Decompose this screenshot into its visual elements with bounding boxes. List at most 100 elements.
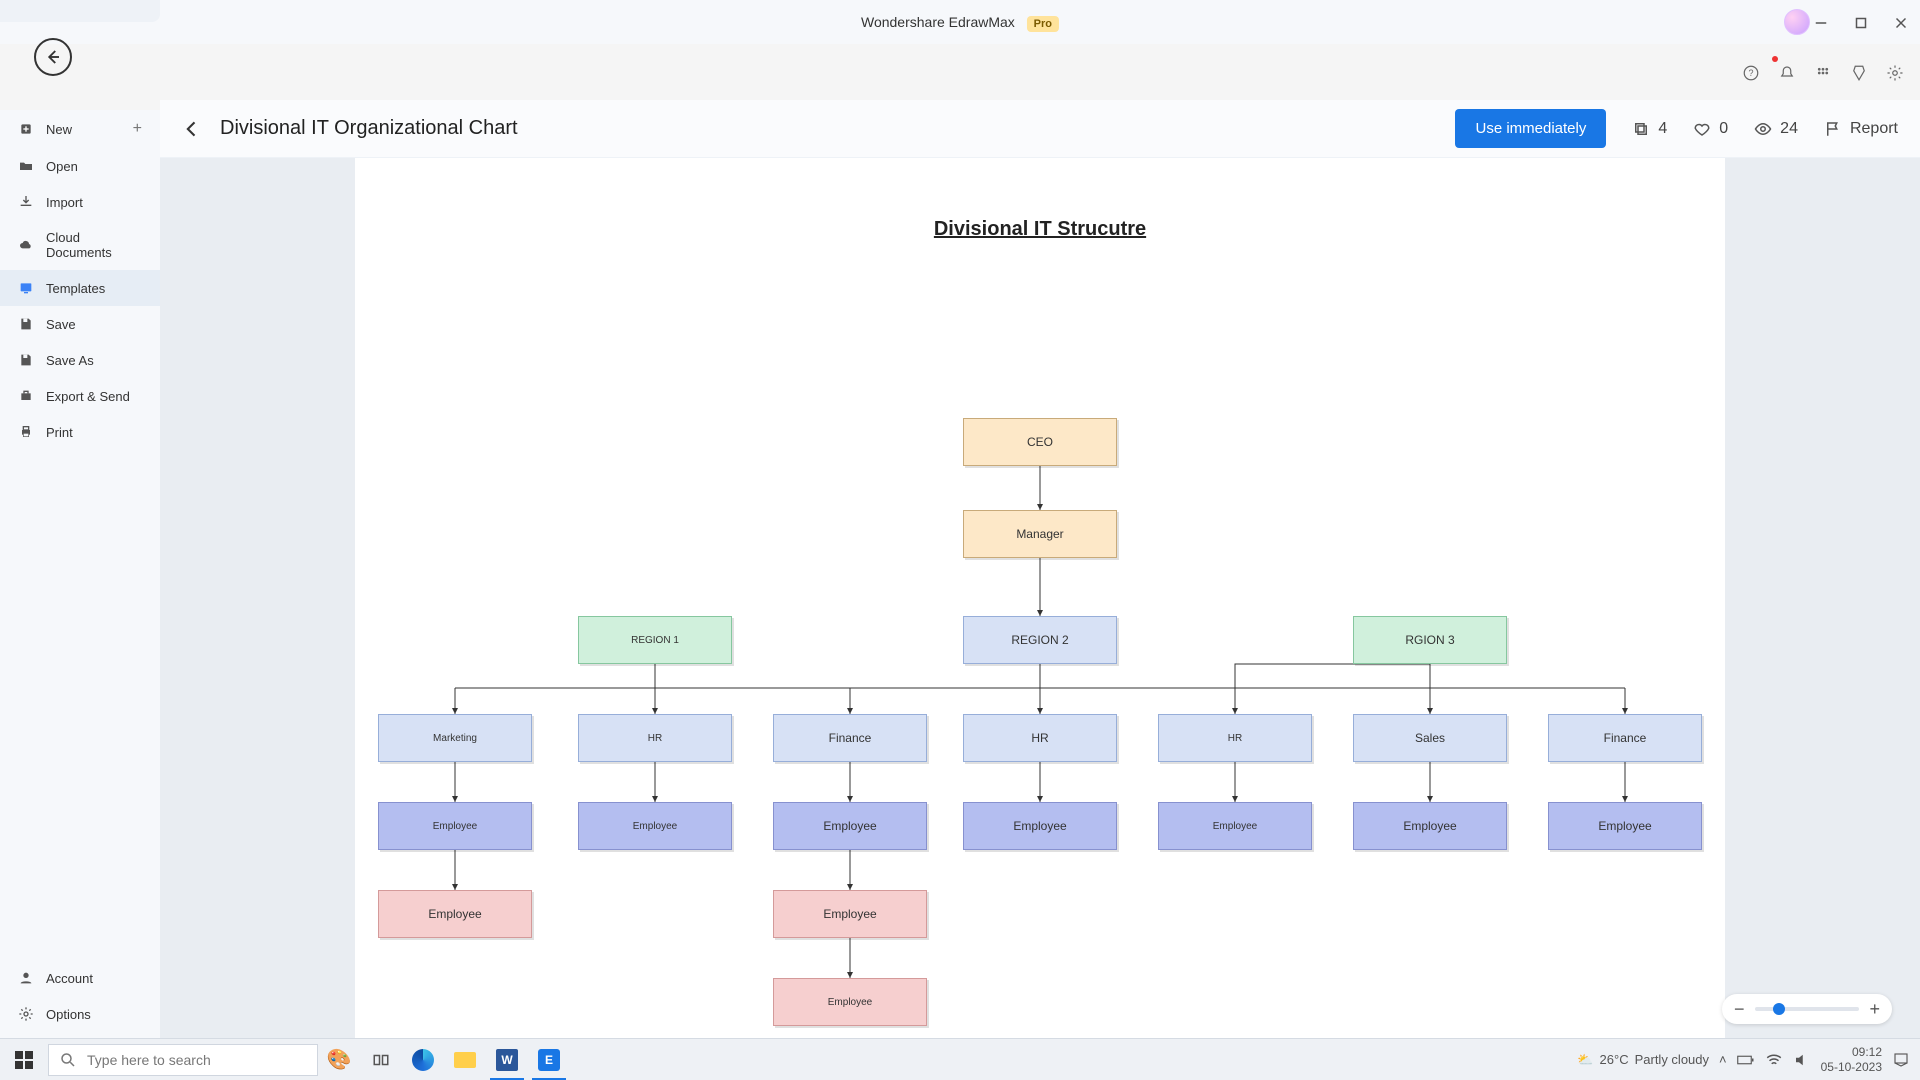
canvas-area[interactable]: Divisional IT Strucutre — [160, 158, 1920, 1042]
tray-battery-icon[interactable] — [1737, 1054, 1755, 1066]
taskbar-edge-icon[interactable] — [402, 1039, 444, 1080]
node-emp-pink[interactable]: Employee — [378, 890, 532, 938]
node-region3[interactable]: RGION 3 — [1353, 616, 1507, 664]
print-icon — [18, 424, 34, 440]
report-label: Report — [1850, 120, 1898, 138]
tray-notifications-icon[interactable] — [1892, 1051, 1910, 1069]
node-emp[interactable]: Employee — [963, 802, 1117, 850]
weather-icon: ⛅ — [1577, 1052, 1593, 1068]
sidebar-label: Open — [46, 159, 78, 174]
user-avatar[interactable] — [1784, 9, 1810, 35]
settings-icon[interactable] — [1886, 64, 1904, 82]
sidebar-item-print[interactable]: Print — [0, 414, 160, 450]
node-manager[interactable]: Manager — [963, 510, 1117, 558]
node-finance-2[interactable]: Finance — [1548, 714, 1702, 762]
sidebar-label: Save — [46, 317, 76, 332]
cloud-icon — [18, 237, 34, 253]
heart-icon — [1693, 120, 1711, 138]
views-stat[interactable]: 24 — [1754, 120, 1798, 138]
sidebar-item-import[interactable]: Import — [0, 184, 160, 220]
apps-icon[interactable] — [1814, 64, 1832, 82]
top-icon-strip: ? — [1742, 64, 1904, 82]
node-emp[interactable]: Employee — [1158, 802, 1312, 850]
node-emp-pink[interactable]: Employee — [773, 978, 927, 1026]
sidebar-label: Print — [46, 425, 73, 440]
sidebar-label: Export & Send — [46, 389, 130, 404]
tray-time: 09:12 — [1821, 1045, 1882, 1059]
import-icon — [18, 194, 34, 210]
node-region2[interactable]: REGION 2 — [963, 616, 1117, 664]
weather-desc: Partly cloudy — [1635, 1052, 1709, 1067]
node-emp-pink[interactable]: Employee — [773, 890, 927, 938]
likes-count: 0 — [1719, 120, 1728, 138]
sidebar-item-cloud[interactable]: Cloud Documents — [0, 220, 160, 270]
copies-stat[interactable]: 4 — [1632, 120, 1667, 138]
sidebar-item-options[interactable]: Options — [0, 996, 160, 1032]
weather-widget[interactable]: ⛅ 26°C Partly cloudy — [1577, 1052, 1709, 1068]
taskbar-taskview-icon[interactable] — [360, 1039, 402, 1080]
theme-icon[interactable] — [1850, 64, 1868, 82]
export-icon — [18, 388, 34, 404]
node-hr-2[interactable]: HR — [963, 714, 1117, 762]
zoom-knob[interactable] — [1773, 1003, 1785, 1015]
app-name: Wondershare EdrawMax — [861, 14, 1015, 30]
page-title: Divisional IT Organizational Chart — [220, 117, 518, 140]
minimize-button[interactable] — [1808, 10, 1834, 36]
sidebar-item-export[interactable]: Export & Send — [0, 378, 160, 414]
tab-stub — [0, 0, 160, 22]
tray-wifi-icon[interactable] — [1765, 1051, 1783, 1069]
saveas-icon — [18, 352, 34, 368]
save-icon — [18, 316, 34, 332]
taskbar-word-icon[interactable]: W — [486, 1039, 528, 1080]
copies-count: 4 — [1658, 120, 1667, 138]
sidebar-item-new[interactable]: New + — [0, 110, 160, 148]
sidebar-label: Options — [46, 1007, 91, 1022]
node-emp[interactable]: Employee — [1548, 802, 1702, 850]
back-chevron-button[interactable] — [182, 119, 202, 139]
sidebar-item-open[interactable]: Open — [0, 148, 160, 184]
node-emp[interactable]: Employee — [773, 802, 927, 850]
taskbar-search[interactable]: Type here to search — [48, 1044, 318, 1076]
zoom-slider[interactable] — [1755, 1007, 1860, 1011]
start-button[interactable] — [0, 1039, 48, 1080]
taskbar-news-icon[interactable]: 🎨 — [318, 1039, 360, 1080]
likes-stat[interactable]: 0 — [1693, 120, 1728, 138]
windows-taskbar: Type here to search 🎨 W E ⛅ 26°C Partly … — [0, 1038, 1920, 1080]
close-button[interactable] — [1888, 10, 1914, 36]
sidebar-item-account[interactable]: Account — [0, 960, 160, 996]
bell-icon[interactable] — [1778, 64, 1796, 82]
node-emp[interactable]: Employee — [578, 802, 732, 850]
taskbar-explorer-icon[interactable] — [444, 1039, 486, 1080]
maximize-button[interactable] — [1848, 10, 1874, 36]
views-count: 24 — [1780, 120, 1798, 138]
plus-icon[interactable]: + — [133, 120, 142, 138]
tray-clock[interactable]: 09:12 05-10-2023 — [1821, 1045, 1882, 1074]
diagram-title: Divisional IT Strucutre — [934, 218, 1146, 241]
tray-volume-icon[interactable] — [1793, 1051, 1811, 1069]
node-finance-1[interactable]: Finance — [773, 714, 927, 762]
report-button[interactable]: Report — [1824, 120, 1898, 138]
node-hr-1[interactable]: HR — [578, 714, 732, 762]
node-marketing[interactable]: Marketing — [378, 714, 532, 762]
sidebar-item-saveas[interactable]: Save As — [0, 342, 160, 378]
node-hr-3[interactable]: HR — [1158, 714, 1312, 762]
sidebar-item-templates[interactable]: Templates — [0, 270, 160, 306]
node-region1[interactable]: REGION 1 — [578, 616, 732, 664]
taskbar-edrawmax-icon[interactable]: E — [528, 1039, 570, 1080]
node-ceo[interactable]: CEO — [963, 418, 1117, 466]
tray-chevron-icon[interactable]: ˄ — [1719, 1052, 1727, 1067]
gear-icon — [18, 1006, 34, 1022]
sidebar-item-save[interactable]: Save — [0, 306, 160, 342]
help-icon[interactable]: ? — [1742, 64, 1760, 82]
zoom-control[interactable]: − + — [1722, 994, 1892, 1024]
node-sales[interactable]: Sales — [1353, 714, 1507, 762]
zoom-in-button[interactable]: + — [1869, 999, 1880, 1020]
system-tray: ⛅ 26°C Partly cloudy ˄ 09:12 05-10-2023 — [1577, 1045, 1920, 1074]
templates-icon — [18, 280, 34, 296]
zoom-out-button[interactable]: − — [1734, 999, 1745, 1020]
use-immediately-button[interactable]: Use immediately — [1455, 109, 1606, 148]
node-emp[interactable]: Employee — [1353, 802, 1507, 850]
back-circle-button[interactable] — [34, 38, 72, 76]
svg-text:?: ? — [1748, 68, 1753, 78]
node-emp[interactable]: Employee — [378, 802, 532, 850]
